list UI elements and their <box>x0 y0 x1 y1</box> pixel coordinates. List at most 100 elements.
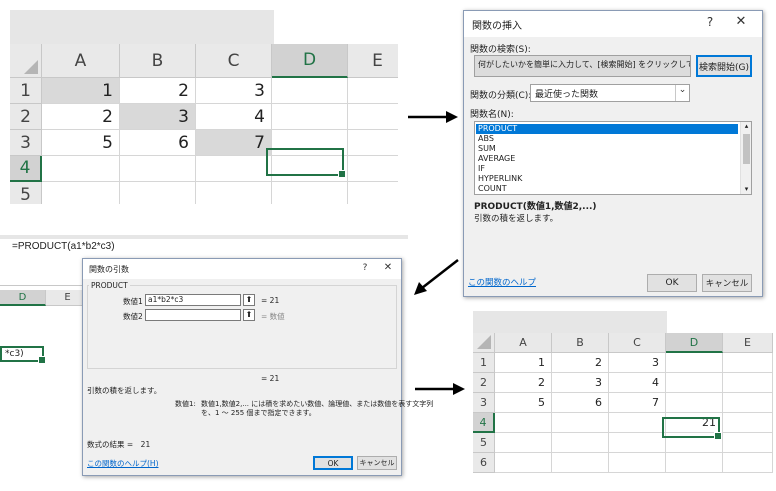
cell-c4[interactable] <box>609 413 666 433</box>
active-cell-d4[interactable] <box>662 417 722 440</box>
row-header-5[interactable]: 5 <box>473 433 495 453</box>
select-all-corner[interactable] <box>473 333 495 353</box>
cell-b3[interactable]: 6 <box>120 130 196 156</box>
cell-a1[interactable]: 1 <box>42 78 120 104</box>
close-icon[interactable]: ✕ <box>381 262 395 273</box>
cell-b1[interactable]: 2 <box>120 78 196 104</box>
row-header-2[interactable]: 2 <box>473 373 495 393</box>
cell-c5[interactable] <box>196 182 272 204</box>
function-list-item[interactable]: SUM <box>476 144 496 154</box>
cell-c3[interactable]: 7 <box>196 130 272 156</box>
scrollbar-thumb[interactable] <box>743 134 750 164</box>
cell-a3[interactable]: 5 <box>495 393 552 413</box>
active-cell-edit[interactable]: *c3) <box>0 346 46 364</box>
cell-c2[interactable]: 4 <box>609 373 666 393</box>
col-header-c[interactable]: C <box>609 333 666 353</box>
cell-c1[interactable]: 3 <box>196 78 272 104</box>
function-list-item[interactable]: AVERAGE <box>476 154 515 164</box>
scrollbar-down-icon[interactable]: ▾ <box>741 185 751 194</box>
cell-d2[interactable] <box>272 104 348 130</box>
cell-b5[interactable] <box>552 433 609 453</box>
row-header-5[interactable]: 5 <box>10 182 42 204</box>
cell-b2[interactable]: 3 <box>552 373 609 393</box>
function-help-link[interactable]: この関数のヘルプ(H) <box>87 458 159 469</box>
cell-a2[interactable]: 2 <box>495 373 552 393</box>
cell-a3[interactable]: 5 <box>42 130 120 156</box>
function-list-item[interactable]: ABS <box>476 134 494 144</box>
function-list-item[interactable]: IF <box>476 164 485 174</box>
col-header-e[interactable]: E <box>723 333 773 353</box>
cell-d3[interactable] <box>666 393 723 413</box>
cell-c3[interactable]: 7 <box>609 393 666 413</box>
cell-d2[interactable] <box>666 373 723 393</box>
formula-bar-input[interactable]: =PRODUCT(a1*b2*c3) <box>12 241 115 252</box>
cell-e6[interactable] <box>723 453 773 473</box>
cell-c5[interactable] <box>609 433 666 453</box>
function-list-item-product[interactable]: PRODUCT <box>476 124 738 134</box>
cell-b6[interactable] <box>552 453 609 473</box>
cancel-button[interactable]: キャンセル <box>702 274 752 292</box>
cell-c1[interactable]: 3 <box>609 353 666 373</box>
help-button[interactable]: ? <box>702 15 718 29</box>
cell-e2[interactable] <box>723 373 773 393</box>
cell-a5[interactable] <box>495 433 552 453</box>
col-header-d[interactable]: D <box>272 44 348 78</box>
cell-d1[interactable] <box>272 78 348 104</box>
scrollbar-up-icon[interactable]: ▴ <box>741 122 751 131</box>
row-header-4[interactable]: 4 <box>473 413 495 433</box>
cell-b3[interactable]: 6 <box>552 393 609 413</box>
col-header-b[interactable]: B <box>120 44 196 78</box>
cell-c4[interactable] <box>196 156 272 182</box>
cell-a5[interactable] <box>42 182 120 204</box>
cell-a6[interactable] <box>495 453 552 473</box>
category-select[interactable]: 最近使った関数 ⌄ <box>530 84 690 102</box>
collapse-dialog-icon[interactable]: ⬆ <box>243 309 255 321</box>
cell-e3[interactable] <box>348 130 398 156</box>
cell-a1[interactable]: 1 <box>495 353 552 373</box>
close-icon[interactable]: ✕ <box>732 14 750 29</box>
function-list-item[interactable]: COUNT <box>476 184 507 194</box>
arg1-input[interactable]: a1*b2*c3 <box>145 294 241 306</box>
row-header-1[interactable]: 1 <box>473 353 495 373</box>
arg2-input[interactable] <box>145 309 241 321</box>
cell-a4[interactable] <box>495 413 552 433</box>
row-header-4[interactable]: 4 <box>10 156 42 182</box>
cell-b1[interactable]: 2 <box>552 353 609 373</box>
row-header-2[interactable]: 2 <box>10 104 42 130</box>
col-header-c[interactable]: C <box>196 44 272 78</box>
row-header-1[interactable]: 1 <box>10 78 42 104</box>
cell-e1[interactable] <box>723 353 773 373</box>
cell-b5[interactable] <box>120 182 196 204</box>
cell-e5[interactable] <box>723 433 773 453</box>
cell-e1[interactable] <box>348 78 398 104</box>
col-header-d[interactable]: D <box>0 290 46 306</box>
cell-d1[interactable] <box>666 353 723 373</box>
cancel-button[interactable]: キャンセル <box>357 456 397 470</box>
cell-c2[interactable]: 4 <box>196 104 272 130</box>
col-header-a[interactable]: A <box>42 44 120 78</box>
function-help-link[interactable]: この関数のヘルプ <box>468 276 536 288</box>
row-header-6[interactable]: 6 <box>473 453 495 473</box>
row-header-3[interactable]: 3 <box>10 130 42 156</box>
cell-e5[interactable] <box>348 182 398 204</box>
cell-e4[interactable] <box>348 156 398 182</box>
search-start-button[interactable]: 検索開始(G) <box>696 55 752 77</box>
select-all-corner[interactable] <box>10 44 42 78</box>
search-input[interactable]: 何がしたいかを簡単に入力して、[検索開始] をクリックしてください。 <box>474 55 691 77</box>
active-cell-d4[interactable] <box>266 148 346 178</box>
function-list-item[interactable]: HYPERLINK <box>476 174 522 184</box>
row-header-3[interactable]: 3 <box>473 393 495 413</box>
help-button[interactable]: ? <box>359 263 371 273</box>
cell-a4[interactable] <box>42 156 120 182</box>
list-scrollbar[interactable]: ▴ ▾ <box>740 122 751 194</box>
col-header-b[interactable]: B <box>552 333 609 353</box>
collapse-dialog-icon[interactable]: ⬆ <box>243 294 255 306</box>
cell-e2[interactable] <box>348 104 398 130</box>
cell-d6[interactable] <box>666 453 723 473</box>
cell-e3[interactable] <box>723 393 773 413</box>
cell-d5[interactable] <box>272 182 348 204</box>
ok-button[interactable]: OK <box>647 274 697 292</box>
ok-button[interactable]: OK <box>313 456 353 470</box>
col-header-d[interactable]: D <box>666 333 723 353</box>
cell-a2[interactable]: 2 <box>42 104 120 130</box>
